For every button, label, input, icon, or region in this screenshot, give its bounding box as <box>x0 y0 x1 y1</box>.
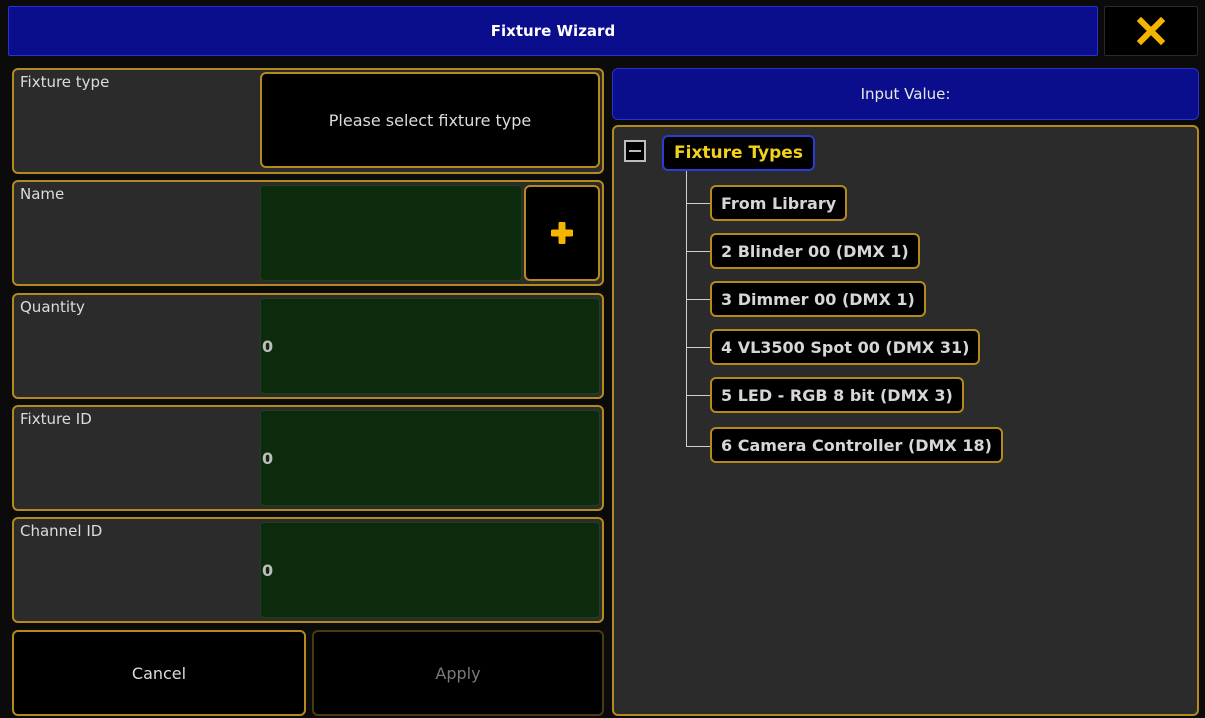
fixture-id-value: 0 <box>262 448 274 468</box>
tree-item-vl3500-spot[interactable]: 4 VL3500 Spot 00 (DMX 31) <box>710 329 981 365</box>
title-bar: Fixture Wizard <box>8 6 1098 56</box>
fixture-type-label: Fixture type <box>20 73 110 91</box>
name-field[interactable] <box>260 185 522 281</box>
plus-icon <box>551 222 573 244</box>
tree-item-label: 5 LED - RGB 8 bit (DMX 3) <box>721 385 953 405</box>
fixture-type-tree: Fixture Types From Library 2 Blinder 00 … <box>612 125 1199 716</box>
quantity-field[interactable]: 0 <box>260 298 600 394</box>
quantity-row: Quantity 0 <box>12 293 604 399</box>
window-title: Fixture Wizard <box>490 22 616 40</box>
select-fixture-type-text: Please select fixture type <box>328 110 532 130</box>
tree-item-label: From Library <box>721 193 837 213</box>
quantity-label: Quantity <box>20 298 85 316</box>
close-button[interactable] <box>1104 6 1198 56</box>
tree-item-label: 3 Dimmer 00 (DMX 1) <box>721 289 915 309</box>
tree-item-camera-controller[interactable]: 6 Camera Controller (DMX 18) <box>710 427 1003 463</box>
fixture-id-row: Fixture ID 0 <box>12 405 604 511</box>
collapse-icon[interactable] <box>624 140 646 162</box>
tree-branch-line <box>686 347 710 348</box>
fixture-type-row: Fixture type Please select fixture type <box>12 68 604 174</box>
tree-branch-line <box>686 251 710 252</box>
tree-item-label: 4 VL3500 Spot 00 (DMX 31) <box>721 337 970 357</box>
close-icon <box>1137 17 1165 45</box>
tree-item-dimmer[interactable]: 3 Dimmer 00 (DMX 1) <box>710 281 926 317</box>
tree-item-blinder[interactable]: 2 Blinder 00 (DMX 1) <box>710 233 920 269</box>
fixture-id-field[interactable]: 0 <box>260 410 600 506</box>
tree-item-label: 6 Camera Controller (DMX 18) <box>721 435 992 455</box>
input-value-label: Input Value: <box>860 85 951 103</box>
select-fixture-type-button[interactable]: Please select fixture type <box>260 72 600 168</box>
tree-branch-line <box>686 299 710 300</box>
channel-id-row: Channel ID 0 <box>12 517 604 623</box>
name-row: Name <box>12 180 604 286</box>
tree-branch-line <box>686 395 710 396</box>
tree-connector-line <box>686 171 687 447</box>
tree-branch-line <box>686 446 710 447</box>
tree-item-label: 2 Blinder 00 (DMX 1) <box>721 241 909 261</box>
tree-root-fixture-types[interactable]: Fixture Types <box>662 135 815 171</box>
apply-button[interactable]: Apply <box>312 630 604 716</box>
channel-id-value: 0 <box>262 560 274 580</box>
cancel-label: Cancel <box>131 663 187 683</box>
tree-branch-line <box>686 203 710 204</box>
tree-item-led-rgb[interactable]: 5 LED - RGB 8 bit (DMX 3) <box>710 377 964 413</box>
cancel-button[interactable]: Cancel <box>12 630 306 716</box>
channel-id-field[interactable]: 0 <box>260 522 600 618</box>
apply-label: Apply <box>435 663 481 683</box>
input-value-header: Input Value: <box>612 68 1199 120</box>
channel-id-label: Channel ID <box>20 522 103 540</box>
fixture-id-label: Fixture ID <box>20 410 92 428</box>
tree-root-label: Fixture Types <box>674 143 803 163</box>
add-name-button[interactable] <box>524 185 600 281</box>
tree-item-from-library[interactable]: From Library <box>710 185 848 221</box>
quantity-value: 0 <box>262 336 274 356</box>
name-label: Name <box>20 185 65 203</box>
